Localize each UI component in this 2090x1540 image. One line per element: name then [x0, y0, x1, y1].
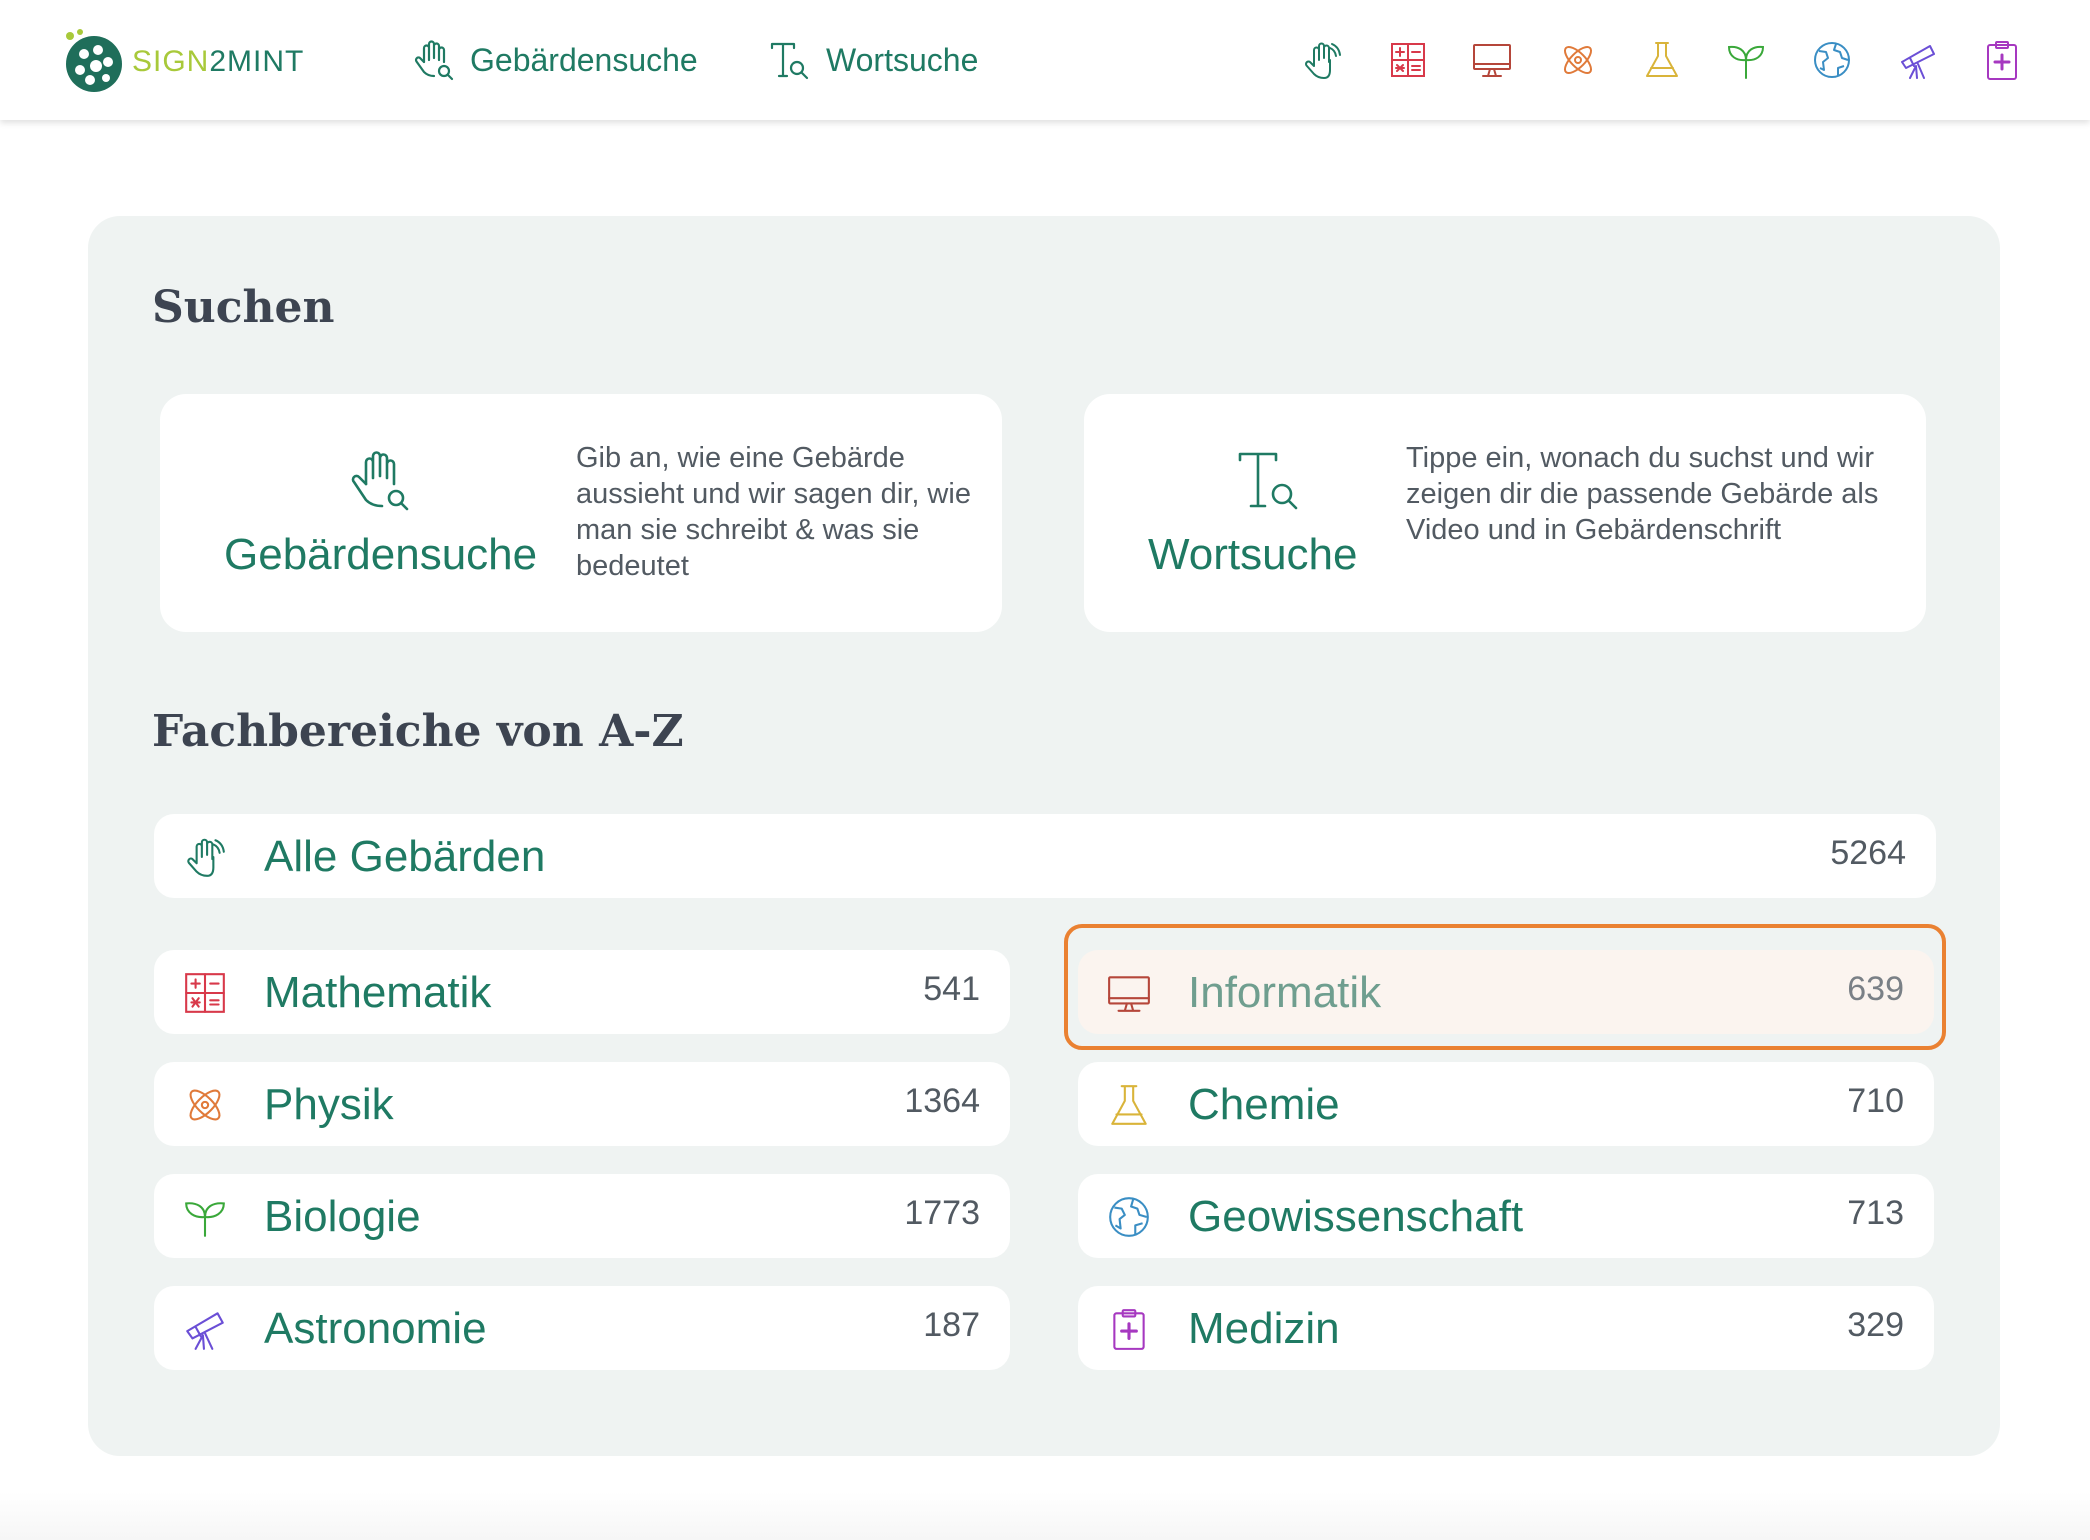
subject-label: Medizin [1188, 1304, 1340, 1353]
subject-row-physik[interactable]: Physik 1364 [154, 1062, 1010, 1146]
sign2mint-logo[interactable]: SIGN2MINT [58, 18, 318, 102]
subject-row-mathematik[interactable]: Mathematik 541 [154, 950, 1010, 1034]
astronomie-nav-icon[interactable] [1894, 36, 1942, 84]
sprout-icon [182, 1194, 228, 1240]
physik-nav-icon[interactable] [1554, 36, 1602, 84]
subjects-section-title: Fachbereiche von A-Z [152, 706, 684, 757]
text-search-icon [770, 42, 809, 80]
nav-wortsuche-link[interactable]: Wortsuche [768, 36, 978, 84]
medizin-nav-icon[interactable] [1978, 36, 2026, 84]
subject-label: Geowissenschaft [1188, 1192, 1524, 1241]
logo-text: SIGN2MINT [132, 45, 304, 79]
nav-gebaerdensuche-link[interactable]: Gebärdensuche [412, 36, 698, 84]
gebaerdensuche-card-description: Gib an, wie eine Gebärde aussieht und wi… [576, 442, 971, 582]
geowissenschaft-nav-icon[interactable] [1808, 36, 1856, 84]
wortsuche-card-title: Wortsuche [1148, 530, 1358, 579]
biologie-nav-icon[interactable] [1722, 36, 1770, 84]
globe-icon [1106, 1194, 1152, 1240]
search-section-title: Suchen [152, 282, 335, 333]
subject-count: 639 [1847, 970, 1904, 1008]
subject-label: Physik [264, 1080, 394, 1129]
hand-search-icon [344, 444, 416, 516]
logo-text-2: 2 [209, 45, 228, 78]
nav-wortsuche-label: Wortsuche [826, 41, 979, 78]
informatik-nav-icon[interactable] [1468, 36, 1516, 84]
signing-hand-icon [182, 834, 228, 880]
subject-label: Mathematik [264, 968, 492, 1017]
nav-gebaerdensuche-label: Gebärdensuche [470, 41, 698, 78]
top-navigation-bar: SIGN2MINT Gebärdensuche Wortsuche [0, 0, 2090, 120]
subject-count: 1364 [904, 1082, 980, 1120]
mathematik-nav-icon[interactable] [1384, 36, 1432, 84]
wortsuche-card[interactable]: Wortsuche Tippe ein, wonach du suchst un… [1084, 394, 1926, 632]
subject-count: 710 [1847, 1082, 1904, 1120]
subject-row-geowissenschaft[interactable]: Geowissenschaft 713 [1078, 1174, 1934, 1258]
subject-label: Biologie [264, 1192, 421, 1241]
calculator-icon [182, 970, 228, 1016]
subject-label: Astronomie [264, 1304, 487, 1353]
subject-row-chemie[interactable]: Chemie 710 [1078, 1062, 1934, 1146]
alle-gebaerden-nav-icon[interactable] [1298, 36, 1346, 84]
medical-clipboard-icon [1106, 1306, 1152, 1352]
atom-icon [182, 1082, 228, 1128]
gebaerdensuche-card[interactable]: Gebärdensuche Gib an, wie eine Gebärde a… [160, 394, 1002, 632]
subject-count: 329 [1847, 1306, 1904, 1344]
subject-row-informatik[interactable]: Informatik 639 [1078, 950, 1934, 1034]
subject-row-astronomie[interactable]: Astronomie 187 [154, 1286, 1010, 1370]
flask-icon [1106, 1082, 1152, 1128]
telescope-icon [182, 1306, 228, 1352]
gebaerdensuche-card-title: Gebärdensuche [224, 530, 538, 579]
monitor-icon [1106, 970, 1152, 1016]
subject-count: 187 [923, 1306, 980, 1344]
subject-row-biologie[interactable]: Biologie 1773 [154, 1174, 1010, 1258]
wortsuche-card-description: Tippe ein, wonach du suchst und wir zeig… [1406, 442, 1879, 546]
logo-text-sign: SIGN [132, 45, 210, 78]
subject-count: 1773 [904, 1194, 980, 1232]
footer-edge [0, 1492, 2090, 1540]
chemie-nav-icon[interactable] [1638, 36, 1686, 84]
subject-count: 713 [1847, 1194, 1904, 1232]
subject-label: Chemie [1188, 1080, 1340, 1129]
subject-count: 5264 [1830, 834, 1906, 872]
subject-count: 541 [923, 970, 980, 1008]
hand-search-icon [414, 40, 454, 81]
text-search-icon [1234, 444, 1306, 516]
subject-label: Informatik [1188, 968, 1382, 1017]
subject-row-medizin[interactable]: Medizin 329 [1078, 1286, 1934, 1370]
main-panel: Suchen Gebärdensuche Gib an, wie eine Ge… [88, 216, 2000, 1456]
subject-row-alle-gebaerden[interactable]: Alle Gebärden 5264 [154, 814, 1936, 898]
logo-icon [66, 29, 122, 92]
logo-text-mint: MINT [227, 45, 305, 78]
subject-label: Alle Gebärden [264, 832, 546, 881]
